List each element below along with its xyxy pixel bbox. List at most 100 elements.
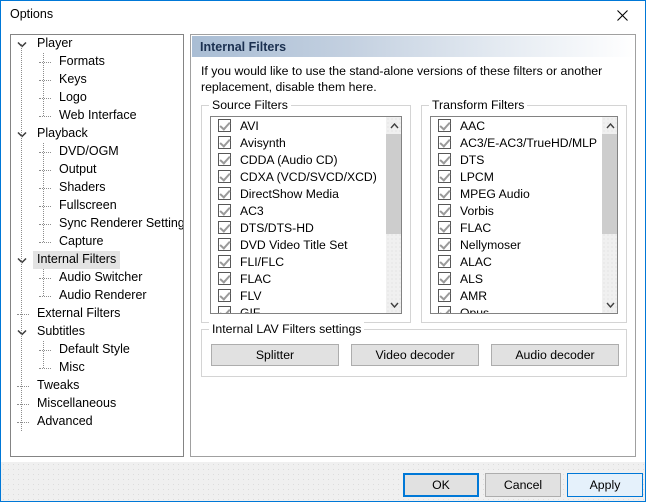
checkbox-checked-icon[interactable] (218, 272, 231, 285)
filter-list-item[interactable]: FLAC (211, 270, 401, 287)
filter-list-item[interactable]: Nellymoser (431, 236, 617, 253)
filter-label: FLAC (240, 271, 272, 286)
sidebar-item-shaders[interactable]: Shaders (11, 179, 183, 197)
ok-button[interactable]: OK (403, 473, 479, 497)
filter-list-item[interactable]: DTS (431, 151, 617, 168)
filter-list-item[interactable]: DTS/DTS-HD (211, 219, 401, 236)
chevron-up-glyph (605, 122, 615, 128)
sidebar-item-sync-renderer-settings[interactable]: Sync Renderer Settings (11, 215, 183, 233)
window-title: Options (10, 7, 54, 21)
checkbox-checked-icon[interactable] (438, 136, 451, 149)
cancel-button[interactable]: Cancel (485, 473, 561, 497)
chevron-down-icon[interactable] (386, 296, 401, 313)
settings-content-panel: Internal Filters If you would like to us… (190, 34, 636, 457)
checkbox-checked-icon[interactable] (438, 204, 451, 217)
checkbox-checked-icon[interactable] (438, 221, 451, 234)
checkbox-checked-icon[interactable] (218, 238, 231, 251)
filter-list-item[interactable]: FLAC (431, 219, 617, 236)
filter-list-item[interactable]: ALAC (431, 253, 617, 270)
source-filters-list[interactable]: AVI Avisynth CDDA (Audio CD) CDXA (VCD/SVCD… (210, 116, 402, 314)
filter-list-item[interactable]: Avisynth (211, 134, 401, 151)
source-filters-scroll-thumb[interactable] (386, 134, 401, 234)
filter-list-item[interactable]: AC3/E-AC3/TrueHD/MLP (431, 134, 617, 151)
tree-guide-line (43, 269, 44, 296)
sidebar-item-external-filters[interactable]: External Filters (11, 305, 183, 323)
sidebar-item-web-interface[interactable]: Web Interface (11, 107, 183, 125)
source-filters-scrollbar[interactable] (385, 117, 401, 313)
checkbox-checked-icon[interactable] (438, 187, 451, 200)
checkbox-checked-icon[interactable] (218, 204, 231, 217)
apply-button[interactable]: Apply (567, 473, 643, 497)
checkbox-checked-icon[interactable] (218, 136, 231, 149)
filter-list-item[interactable]: ALS (431, 270, 617, 287)
sidebar-item-internal-filters[interactable]: Internal Filters (11, 251, 183, 269)
sidebar-item-formats[interactable]: Formats (11, 53, 183, 71)
filter-list-item[interactable]: AMR (431, 287, 617, 304)
sidebar-item-logo[interactable]: Logo (11, 89, 183, 107)
sidebar-item-keys[interactable]: Keys (11, 71, 183, 89)
transform-filters-scrollbar[interactable] (601, 117, 617, 313)
chevron-down-glyph (605, 302, 615, 308)
tree-guide-line (43, 341, 44, 368)
checkbox-checked-icon[interactable] (218, 255, 231, 268)
sidebar-item-dvd-ogm[interactable]: DVD/OGM (11, 143, 183, 161)
checkbox-checked-icon[interactable] (218, 153, 231, 166)
audio-decoder-button[interactable]: Audio decoder (491, 344, 619, 366)
sidebar-item-tweaks[interactable]: Tweaks (11, 377, 183, 395)
dialog-footer: OK Cancel Apply (1, 461, 645, 501)
checkbox-checked-icon[interactable] (438, 119, 451, 132)
checkbox-checked-icon[interactable] (438, 238, 451, 251)
settings-tree[interactable]: Player Formats Keys Logo Web Interface Playba… (10, 34, 184, 457)
checkbox-checked-icon[interactable] (218, 187, 231, 200)
filter-list-item[interactable]: DVD Video Title Set (211, 236, 401, 253)
tree-connector (17, 404, 29, 405)
sidebar-item-miscellaneous[interactable]: Miscellaneous (11, 395, 183, 413)
filter-list-item[interactable]: CDDA (Audio CD) (211, 151, 401, 168)
sidebar-item-player[interactable]: Player (11, 35, 183, 53)
checkbox-checked-icon[interactable] (438, 255, 451, 268)
chevron-down-icon[interactable] (602, 296, 617, 313)
filter-list-item[interactable]: AVI (211, 117, 401, 134)
sidebar-item-audio-renderer[interactable]: Audio Renderer (11, 287, 183, 305)
sidebar-item-audio-switcher[interactable]: Audio Switcher (11, 269, 183, 287)
close-icon[interactable] (599, 1, 645, 29)
tree-connector (39, 188, 51, 189)
sidebar-item-capture[interactable]: Capture (11, 233, 183, 251)
checkbox-checked-icon[interactable] (438, 306, 451, 313)
splitter-button[interactable]: Splitter (211, 344, 339, 366)
filter-list-item[interactable]: CDXA (VCD/SVCD/XCD) (211, 168, 401, 185)
filter-list-item[interactable]: AC3 (211, 202, 401, 219)
checkbox-checked-icon[interactable] (438, 289, 451, 302)
checkbox-checked-icon[interactable] (218, 119, 231, 132)
filter-list-item[interactable]: DirectShow Media (211, 185, 401, 202)
filter-list-item[interactable]: FLI/FLC (211, 253, 401, 270)
filter-list-item[interactable]: MPEG Audio (431, 185, 617, 202)
tree-connector (39, 296, 51, 297)
sidebar-item-misc[interactable]: Misc (11, 359, 183, 377)
filter-label: Nellymoser (460, 237, 521, 252)
checkbox-checked-icon[interactable] (438, 170, 451, 183)
checkbox-checked-icon[interactable] (218, 289, 231, 302)
transform-filters-list[interactable]: AAC AC3/E-AC3/TrueHD/MLP DTS LPCM MPEG Audio… (430, 116, 618, 314)
sidebar-item-playback[interactable]: Playback (11, 125, 183, 143)
chevron-up-icon[interactable] (602, 117, 617, 134)
checkbox-checked-icon[interactable] (218, 170, 231, 183)
sidebar-item-subtitles[interactable]: Subtitles (11, 323, 183, 341)
sidebar-item-output[interactable]: Output (11, 161, 183, 179)
filter-list-item[interactable]: Opus (431, 304, 617, 313)
checkbox-checked-icon[interactable] (218, 306, 231, 313)
filter-list-item[interactable]: LPCM (431, 168, 617, 185)
video-decoder-button[interactable]: Video decoder (351, 344, 479, 366)
transform-filters-scroll-thumb[interactable] (602, 134, 617, 234)
chevron-up-icon[interactable] (386, 117, 401, 134)
sidebar-item-fullscreen[interactable]: Fullscreen (11, 197, 183, 215)
checkbox-checked-icon[interactable] (218, 221, 231, 234)
filter-list-item[interactable]: AAC (431, 117, 617, 134)
checkbox-checked-icon[interactable] (438, 153, 451, 166)
filter-list-item[interactable]: FLV (211, 287, 401, 304)
filter-list-item[interactable]: Vorbis (431, 202, 617, 219)
filter-list-item[interactable]: GIF (211, 304, 401, 313)
checkbox-checked-icon[interactable] (438, 272, 451, 285)
sidebar-item-advanced[interactable]: Advanced (11, 413, 183, 431)
sidebar-item-default-style[interactable]: Default Style (11, 341, 183, 359)
